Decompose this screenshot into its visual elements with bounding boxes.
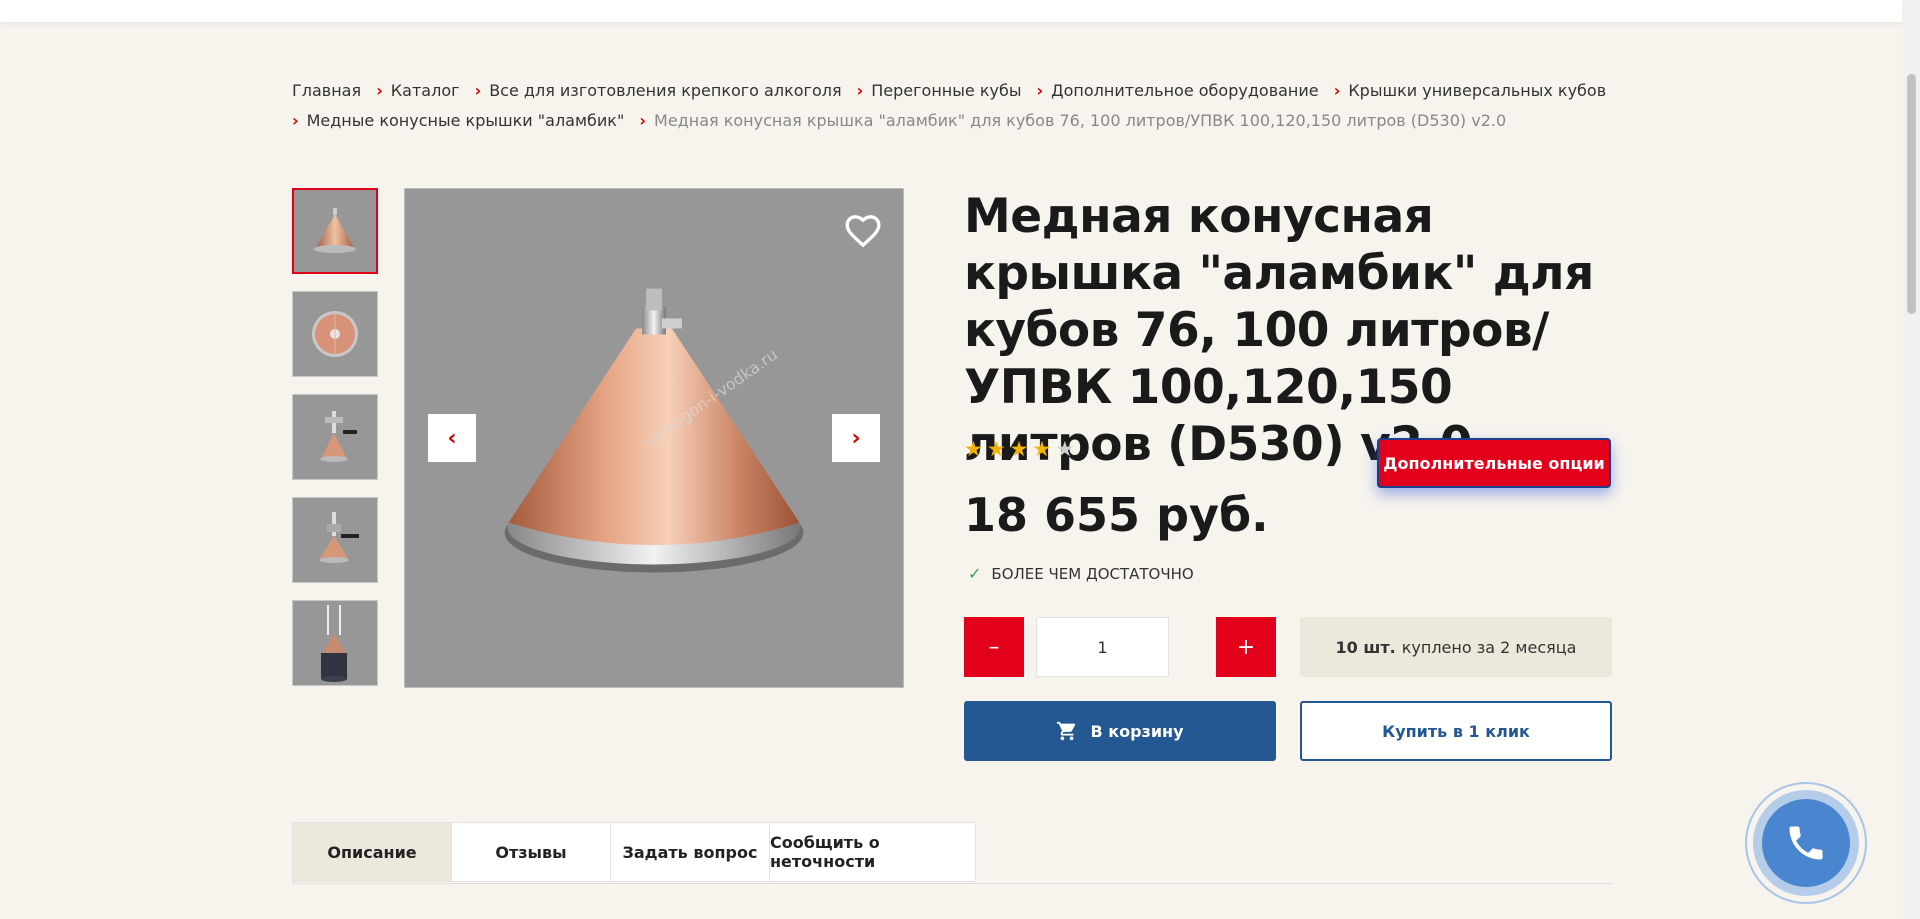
star-icon[interactable]: ★	[987, 437, 1006, 461]
star-icon[interactable]: ★	[964, 437, 983, 461]
breadcrumb-item-stills[interactable]: › Перегонные кубы	[857, 76, 1022, 106]
chevron-right-icon: ›	[1333, 81, 1341, 100]
add-to-cart-label: В корзину	[1090, 721, 1184, 741]
chevron-left-icon: ‹	[447, 425, 457, 451]
breadcrumb-item-lids[interactable]: › Крышки универсальных кубов	[1334, 76, 1606, 106]
quantity-input[interactable]	[1036, 617, 1169, 677]
phone-icon	[1789, 826, 1823, 860]
copper-cone-lid-image: samogon-i-vodka.ru	[504, 288, 804, 573]
chevron-right-icon: ›	[1036, 81, 1044, 100]
callback-button[interactable]	[1745, 782, 1867, 904]
tab-description[interactable]: Описание	[292, 822, 452, 882]
gallery-prev-button[interactable]: ‹	[428, 414, 476, 462]
heart-icon	[845, 215, 881, 248]
breadcrumb-item-catalog[interactable]: › Каталог	[376, 76, 459, 106]
buy-one-click-button[interactable]: Купить в 1 клик	[1300, 701, 1612, 761]
chevron-right-icon: ›	[376, 81, 383, 100]
tab-report-error[interactable]: Сообщить о неточности	[769, 822, 976, 882]
purchase-count: 10 шт.	[1335, 637, 1396, 657]
thumbnail-1[interactable]	[292, 188, 378, 274]
tab-ask-question[interactable]: Задать вопрос	[610, 822, 770, 882]
additional-options-button[interactable]: Дополнительные опции	[1377, 438, 1611, 488]
product-tabs: Описание Отзывы Задать вопрос Сообщить о…	[292, 822, 1612, 884]
top-header-bar	[0, 0, 1902, 22]
purchase-period: куплено за 2 месяца	[1401, 637, 1577, 657]
quantity-decrease-button[interactable]: –	[964, 617, 1024, 677]
tab-reviews[interactable]: Отзывы	[451, 822, 611, 882]
add-to-cart-button[interactable]: В корзину	[964, 701, 1276, 761]
chevron-right-icon: ›	[474, 81, 482, 100]
breadcrumb: Главная › Каталог › Все для изготовления к…	[292, 76, 1622, 136]
page-scrollbar[interactable]	[1903, 0, 1920, 919]
breadcrumb-item-equipment[interactable]: › Дополнительное оборудование	[1037, 76, 1319, 106]
chevron-right-icon: ›	[639, 111, 647, 130]
scrollbar-thumb[interactable]	[1907, 74, 1916, 314]
chevron-right-icon: ›	[851, 425, 861, 451]
stock-status: ✓ БОЛЕЕ ЧЕМ ДОСТАТОЧНО	[968, 564, 1194, 583]
product-price: 18 655 руб.	[964, 488, 1269, 542]
cone-fitting-thumbnail-image	[320, 411, 357, 462]
purchase-stats: 10 шт. куплено за 2 месяца	[1300, 617, 1612, 677]
chevron-right-icon: ›	[856, 81, 864, 100]
cart-icon	[1057, 721, 1076, 741]
favorite-button[interactable]	[843, 211, 883, 251]
thumbnail-4[interactable]	[292, 497, 378, 583]
callback-button-ring	[1753, 790, 1859, 896]
thumbnail-list	[292, 188, 380, 703]
main-product-image: samogon-i-vodka.ru ‹ ›	[404, 188, 904, 688]
callback-button-core	[1762, 799, 1850, 887]
breadcrumb-item-strong-alcohol[interactable]: › Все для изготовления крепкого алкоголя	[475, 76, 842, 106]
cone-valve-thumbnail-image	[319, 512, 359, 563]
cone-thumbnail-image	[314, 208, 356, 253]
check-icon: ✓	[968, 564, 982, 583]
thumbnail-3[interactable]	[292, 394, 378, 480]
gallery-next-button[interactable]: ›	[832, 414, 880, 462]
thumbnail-2[interactable]	[292, 291, 378, 377]
star-icon[interactable]: ★	[1010, 437, 1029, 461]
breadcrumb-item-home[interactable]: Главная	[292, 76, 361, 106]
star-icon[interactable]: ★	[1055, 437, 1074, 461]
stock-label: БОЛЕЕ ЧЕМ ДОСТАТОЧНО	[991, 564, 1194, 583]
breadcrumb-item-current: › Медная конусная крышка "аламбик" для ку…	[639, 111, 1507, 130]
thumbnail-5[interactable]	[292, 600, 378, 686]
cone-still-thumbnail-image	[321, 605, 347, 682]
breadcrumb-item-alembic-lids[interactable]: › Медные конусные крышки "аламбик"	[292, 106, 624, 136]
product-title: Медная конусная крышка "аламбик" для куб…	[964, 189, 1594, 472]
cone-top-thumbnail-image	[312, 311, 358, 357]
quantity-increase-button[interactable]: +	[1216, 617, 1276, 677]
star-icon[interactable]: ★	[1032, 437, 1051, 461]
chevron-right-icon: ›	[292, 111, 299, 130]
rating-stars[interactable]: ★ ★ ★ ★ ★	[964, 437, 1074, 461]
